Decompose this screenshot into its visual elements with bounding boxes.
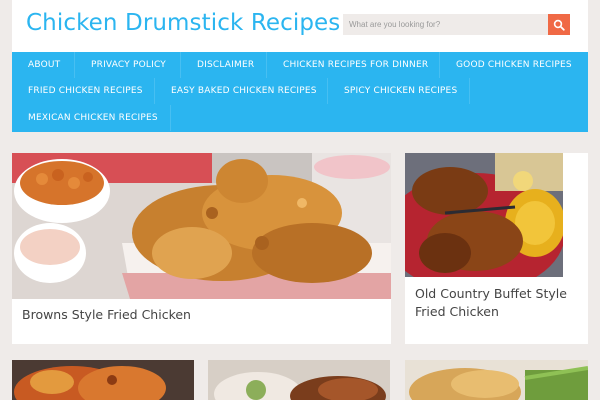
search-input[interactable] [343, 14, 548, 35]
nav-item-spicy-chicken-recipes[interactable]: Spicy Chicken Recipes [328, 78, 470, 104]
post-card [208, 360, 390, 400]
post-card [12, 360, 194, 400]
post-thumbnail[interactable] [12, 360, 194, 400]
post-card: Old Country Buffet Style Fried Chicken [405, 153, 588, 344]
post-thumbnail[interactable] [405, 360, 588, 400]
post-title[interactable]: Browns Style Fried Chicken [22, 306, 382, 324]
post-thumbnail[interactable] [405, 153, 563, 277]
nav-item-about[interactable]: About [12, 52, 75, 78]
site-header: Chicken Drumstick Recipes [12, 0, 588, 52]
post-thumbnail[interactable] [208, 360, 390, 400]
search-icon [553, 19, 565, 31]
nav-item-privacy-policy[interactable]: Privacy Policy [75, 52, 181, 78]
search-button[interactable] [548, 14, 570, 35]
post-title[interactable]: Old Country Buffet Style Fried Chicken [415, 285, 580, 321]
main-nav: About Privacy Policy Disclaimer Chicken … [12, 52, 588, 132]
nav-item-good-chicken-recipes[interactable]: Good Chicken Recipes [440, 52, 588, 78]
site-title[interactable]: Chicken Drumstick Recipes [26, 10, 340, 36]
nav-item-fried-chicken-recipes[interactable]: Fried Chicken Recipes [12, 78, 155, 104]
nav-item-mexican-chicken-recipes[interactable]: Mexican Chicken Recipes [12, 105, 171, 131]
post-card: Browns Style Fried Chicken [12, 153, 391, 344]
nav-item-chicken-recipes-for-dinner[interactable]: Chicken Recipes for Dinner [267, 52, 440, 78]
nav-item-easy-baked-chicken-recipes[interactable]: Easy Baked Chicken Recipes [155, 78, 328, 104]
post-card [405, 360, 588, 400]
nav-item-disclaimer[interactable]: Disclaimer [181, 52, 267, 78]
post-thumbnail[interactable] [12, 153, 391, 299]
